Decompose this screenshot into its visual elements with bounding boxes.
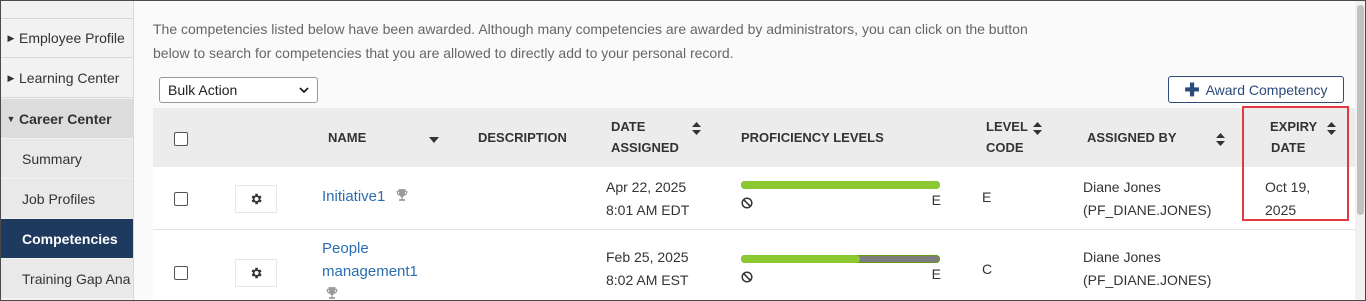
competency-link[interactable]: People management1 — [322, 237, 418, 283]
proficiency-fill — [741, 255, 861, 263]
sidebar-item-label: Career Center — [19, 110, 112, 127]
caret-right-icon: ▶ — [7, 32, 15, 43]
column-header-assigned-by[interactable]: ASSIGNED BY — [1087, 127, 1177, 148]
date-assigned-date: Feb 25, 2025 — [606, 249, 689, 265]
assigned-by: Diane Jones (PF_DIANE.JONES) — [1083, 246, 1211, 292]
row-checkbox[interactable] — [174, 266, 188, 280]
column-header-date-assigned[interactable]: DATE ASSIGNED — [611, 116, 679, 158]
sidebar-item-label: Competencies — [22, 230, 118, 247]
assigned-by: Diane Jones (PF_DIANE.JONES) — [1083, 176, 1211, 222]
gear-icon — [251, 193, 262, 205]
sort-icon[interactable] — [1216, 131, 1225, 152]
date-assigned-date: Apr 22, 2025 — [606, 179, 687, 195]
sidebar-item-learning-center[interactable]: ▶ Learning Center — [1, 59, 133, 98]
sidebar: ▶ Employee Profile ▶ Learning Center ▼ C… — [1, 1, 134, 300]
trophy-icon — [395, 186, 409, 209]
sort-icon[interactable] — [692, 120, 701, 141]
date-assigned: Feb 25, 2025 8:02 AM EST — [606, 246, 689, 292]
proficiency-max-label: E — [931, 192, 941, 208]
competency-name-line: People — [322, 240, 369, 257]
sidebar-item-label: Learning Center — [19, 70, 120, 86]
assigned-by-id: (PF_DIANE.JONES) — [1083, 272, 1212, 288]
chevron-down-icon — [299, 85, 309, 96]
no-level-icon — [741, 196, 753, 214]
level-code: E — [982, 189, 992, 205]
bulk-action-value: Bulk Action — [168, 82, 238, 98]
table-header: NAME DESCRIPTION DATE ASSIGNED PROFICIEN… — [153, 108, 1355, 167]
sidebar-item-label: Job Profiles — [22, 190, 96, 207]
assigned-by-id: (PF_DIANE.JONES) — [1083, 202, 1212, 218]
sidebar-item-training-gap[interactable]: Training Gap Ana — [1, 259, 133, 298]
column-header-label: PROFICIENCY LEVELS — [741, 130, 884, 145]
caret-down-icon: ▼ — [6, 113, 16, 124]
column-header-proficiency: PROFICIENCY LEVELS — [741, 127, 884, 148]
assigned-by-name: Diane Jones — [1083, 179, 1161, 195]
proficiency-max-label: E — [931, 266, 941, 282]
gear-icon — [251, 267, 262, 279]
competency-name: Initiative1 — [322, 185, 409, 209]
proficiency-bar — [741, 181, 940, 189]
column-header-label: ASSIGNED — [611, 140, 679, 155]
column-header-label: LEVEL — [986, 119, 1028, 134]
sidebar-item-competencies[interactable]: Competencies — [1, 219, 133, 258]
column-header-description: DESCRIPTION — [478, 127, 567, 148]
main-content: The competencies listed below have been … — [134, 1, 1355, 300]
column-header-label: DESCRIPTION — [478, 130, 567, 145]
column-header-label: DATE — [611, 119, 646, 134]
select-all-checkbox[interactable] — [174, 132, 188, 146]
sort-desc-icon[interactable] — [429, 128, 439, 149]
caret-right-icon: ▶ — [7, 72, 15, 83]
competency-link[interactable]: Initiative1 — [322, 188, 385, 205]
row-actions-button[interactable] — [235, 259, 277, 287]
expiry-date-highlight — [1242, 106, 1349, 221]
row-checkbox[interactable] — [174, 192, 188, 206]
trophy-icon — [325, 284, 339, 300]
assigned-by-name: Diane Jones — [1083, 249, 1161, 265]
date-assigned: Apr 22, 2025 8:01 AM EDT — [606, 176, 689, 222]
sidebar-item-label: Employee Profile — [19, 30, 125, 46]
app-frame: ▶ Employee Profile ▶ Learning Center ▼ C… — [0, 0, 1366, 301]
intro-line-1: The competencies listed below have been … — [153, 21, 1028, 37]
intro-text: The competencies listed below have been … — [153, 17, 1153, 65]
proficiency-level: E — [741, 255, 941, 289]
column-header-level-code[interactable]: LEVEL CODE — [986, 116, 1028, 158]
award-competency-button[interactable]: ✚ Award Competency — [1168, 76, 1344, 103]
table-row: Initiative1 Apr 22, 2025 8:01 AM EDT E E — [153, 167, 1355, 230]
column-header-name[interactable]: NAME — [328, 127, 366, 148]
bulk-action-select[interactable]: Bulk Action — [159, 77, 318, 103]
column-header-label: ASSIGNED BY — [1087, 130, 1177, 145]
competency-name-line: management1 — [322, 263, 418, 280]
competency-name: People management1 — [322, 237, 418, 300]
column-header-label: NAME — [328, 130, 367, 145]
award-competency-label: Award Competency — [1205, 81, 1328, 98]
sidebar-item-job-profiles[interactable]: Job Profiles — [1, 179, 133, 218]
date-assigned-time: 8:02 AM EST — [606, 272, 689, 288]
plus-icon: ✚ — [1184, 79, 1200, 100]
row-actions-button[interactable] — [235, 185, 277, 213]
table-row: People management1 Feb 25, 2025 8:02 AM … — [153, 230, 1355, 300]
proficiency-bar — [741, 255, 940, 263]
proficiency-fill — [741, 181, 940, 189]
date-assigned-time: 8:01 AM EDT — [606, 202, 690, 218]
intro-line-2: below to search for competencies that yo… — [153, 45, 734, 61]
sidebar-item-label: Summary — [22, 150, 82, 167]
sidebar-item-label: Training Gap Ana — [22, 270, 131, 287]
level-code: C — [982, 261, 993, 277]
no-level-icon — [741, 270, 753, 288]
sort-icon[interactable] — [1033, 120, 1042, 141]
scrollbar-thumb[interactable] — [1357, 5, 1364, 215]
sidebar-item-career-center[interactable]: ▼ Career Center — [1, 99, 133, 138]
sidebar-item-summary[interactable]: Summary — [1, 139, 133, 178]
proficiency-level: E — [741, 181, 941, 215]
sidebar-item-employee-profile[interactable]: ▶ Employee Profile — [1, 19, 133, 58]
column-header-label: CODE — [986, 140, 1024, 155]
